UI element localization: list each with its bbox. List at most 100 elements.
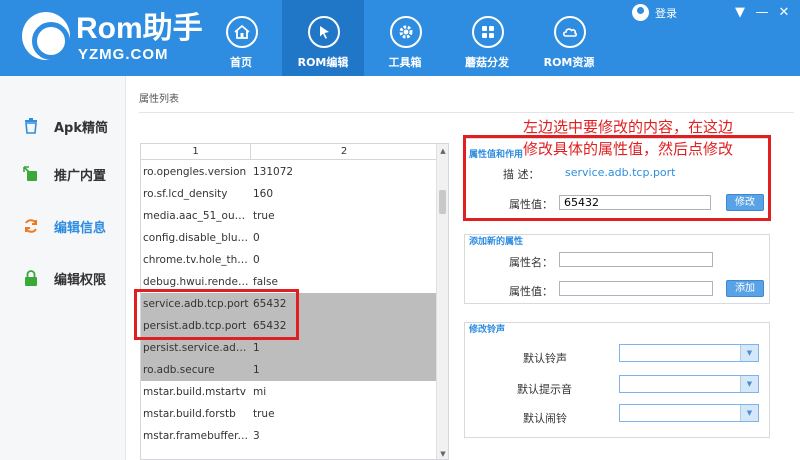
sidebar-item-apk-slim[interactable]: Apk精简 (22, 114, 126, 138)
table-row[interactable]: ro.opengles.version 131072 (141, 161, 437, 183)
table-scrollbar[interactable]: ▲ ▼ (436, 144, 448, 459)
chevron-down-icon: ▼ (740, 376, 758, 392)
nav-rom-resources-label: ROM资源 (543, 56, 595, 69)
chevron-down-icon: ▼ (740, 405, 758, 421)
nav-rom-edit-label: ROM编辑 (297, 56, 349, 69)
scroll-up-icon[interactable]: ▲ (437, 145, 448, 157)
login-button[interactable]: 登录 (632, 4, 677, 21)
property-value: true (253, 210, 275, 222)
property-value: 0 (253, 254, 260, 266)
chevron-down-icon: ▼ (740, 345, 758, 361)
table-row-selected[interactable]: persist.service.adb.e... 1 (141, 337, 437, 359)
annotation-text: 左边选中要修改的内容，在这边 修改具体的属性值，然后点修改 (523, 116, 775, 160)
property-value: mi (253, 386, 267, 398)
gear-icon (390, 16, 422, 48)
sidebar-item-label: 编辑信息 (54, 220, 107, 236)
table-row[interactable]: mstar.build.mstartv mi (141, 381, 437, 403)
push-icon (22, 165, 40, 183)
nav-home-label: 首页 (230, 56, 252, 69)
sidebar: Apk精简 推广内置 编辑信息 编辑权限 (0, 76, 126, 460)
property-key: ro.adb.secure (143, 364, 215, 376)
annotation-line: 左边选中要修改的内容，在这边 (523, 118, 734, 136)
table-row[interactable]: mstar.framebuffer.f... 3 (141, 425, 437, 447)
cloud-icon (554, 16, 586, 48)
property-value: 3 (253, 430, 260, 442)
nav-toolbox-label: 工具箱 (388, 56, 422, 69)
section-divider (139, 112, 794, 113)
default-notification-label: 默认提示音 (517, 383, 572, 396)
section-title: 属性列表 (139, 94, 179, 105)
table-row-selected[interactable]: ro.adb.secure 1 (141, 359, 437, 381)
sidebar-item-label: Apk精简 (54, 120, 109, 136)
home-icon (226, 16, 258, 48)
default-ringtone-label: 默认铃声 (523, 352, 567, 365)
new-property-value-input[interactable] (559, 281, 713, 296)
property-name-label: 属性名： (509, 256, 553, 269)
refresh-icon (22, 217, 40, 235)
new-property-name-input[interactable] (559, 252, 713, 267)
grid-icon (472, 16, 504, 48)
property-value: 131072 (253, 166, 294, 178)
menu-dropdown-button[interactable]: ▼ (732, 6, 748, 20)
property-key: config.disable_blue... (143, 232, 249, 244)
scroll-thumb[interactable] (439, 190, 446, 214)
property-key: media.aac_51_outp... (143, 210, 249, 222)
app-header: Rom助手 YZMG.COM 首页 ROM编辑 工具箱 蘑菇分发 ROM资源 登… (0, 0, 800, 76)
sidebar-item-promo-builtin[interactable]: 推广内置 (22, 162, 126, 186)
app-logo[interactable]: Rom助手 YZMG.COM (22, 6, 212, 68)
nav-home[interactable]: 首页 (200, 0, 282, 76)
add-property-panel: 添加新的属性 属性名： 属性值： 添加 (464, 234, 770, 304)
cursor-icon (308, 16, 340, 48)
nav-mushroom-distribute[interactable]: 蘑菇分发 (446, 0, 528, 76)
nav-rom-edit[interactable]: ROM编辑 (282, 0, 364, 76)
default-alarm-label: 默认闹铃 (523, 412, 567, 425)
user-icon (632, 4, 649, 21)
add-button[interactable]: 添加 (726, 280, 764, 297)
property-value: 1 (253, 342, 260, 354)
property-key: chrome.tv.hole_thre... (143, 254, 249, 266)
main-content: 属性列表 1 2 ro.opengles.version 131072 ro.sf… (127, 76, 800, 460)
panel-title: 修改铃声 (469, 325, 506, 335)
top-nav: 首页 ROM编辑 工具箱 蘑菇分发 ROM资源 (200, 0, 610, 76)
minimize-button[interactable]: — (754, 6, 770, 20)
scroll-down-icon[interactable]: ▼ (437, 448, 448, 459)
brand-domain: YZMG.COM (78, 46, 169, 63)
sidebar-item-edit-permission[interactable]: 编辑权限 (22, 266, 126, 290)
trash-icon (22, 117, 40, 135)
property-key: ro.opengles.version (143, 166, 247, 178)
brand-name: Rom助手 (76, 12, 203, 45)
property-key: mstar.framebuffer.f... (143, 430, 249, 442)
property-value: 0 (253, 232, 260, 244)
table-row[interactable]: ro.sf.lcd_density 160 (141, 183, 437, 205)
nav-toolbox[interactable]: 工具箱 (364, 0, 446, 76)
annotation-line: 修改具体的属性值，然后点修改 (523, 140, 734, 158)
table-row[interactable]: media.aac_51_outp... true (141, 205, 437, 227)
table-row[interactable]: chrome.tv.hole_thre... 0 (141, 249, 437, 271)
nav-mushroom-distribute-label: 蘑菇分发 (465, 56, 509, 69)
nav-rom-resources[interactable]: ROM资源 (528, 0, 610, 76)
panel-title: 添加新的属性 (469, 237, 524, 247)
lock-icon (22, 269, 40, 287)
highlight-box-selected-rows (134, 289, 299, 340)
property-key: mstar.build.mstartv (143, 386, 246, 398)
property-value: 1 (253, 364, 260, 376)
ringtone-select[interactable]: ▼ (619, 344, 759, 362)
logo-mark-icon (22, 12, 70, 60)
sidebar-item-label: 编辑权限 (54, 272, 107, 288)
property-value: 160 (253, 188, 274, 200)
login-label: 登录 (655, 6, 677, 20)
property-key: mstar.build.forstb (143, 408, 236, 420)
close-button[interactable]: ✕ (776, 6, 792, 20)
column-header-value[interactable]: 2 (251, 144, 437, 160)
sidebar-item-edit-info[interactable]: 编辑信息 (22, 214, 126, 238)
sidebar-item-label: 推广内置 (54, 168, 107, 184)
property-key: ro.sf.lcd_density (143, 188, 228, 200)
column-header-key[interactable]: 1 (141, 144, 251, 160)
property-value: true (253, 408, 275, 420)
alarm-select[interactable]: ▼ (619, 404, 759, 422)
notification-select[interactable]: ▼ (619, 375, 759, 393)
table-header: 1 2 (141, 144, 437, 160)
table-row[interactable]: config.disable_blue... 0 (141, 227, 437, 249)
property-key: persist.service.adb.e... (143, 342, 249, 354)
table-row[interactable]: mstar.build.forstb true (141, 403, 437, 425)
